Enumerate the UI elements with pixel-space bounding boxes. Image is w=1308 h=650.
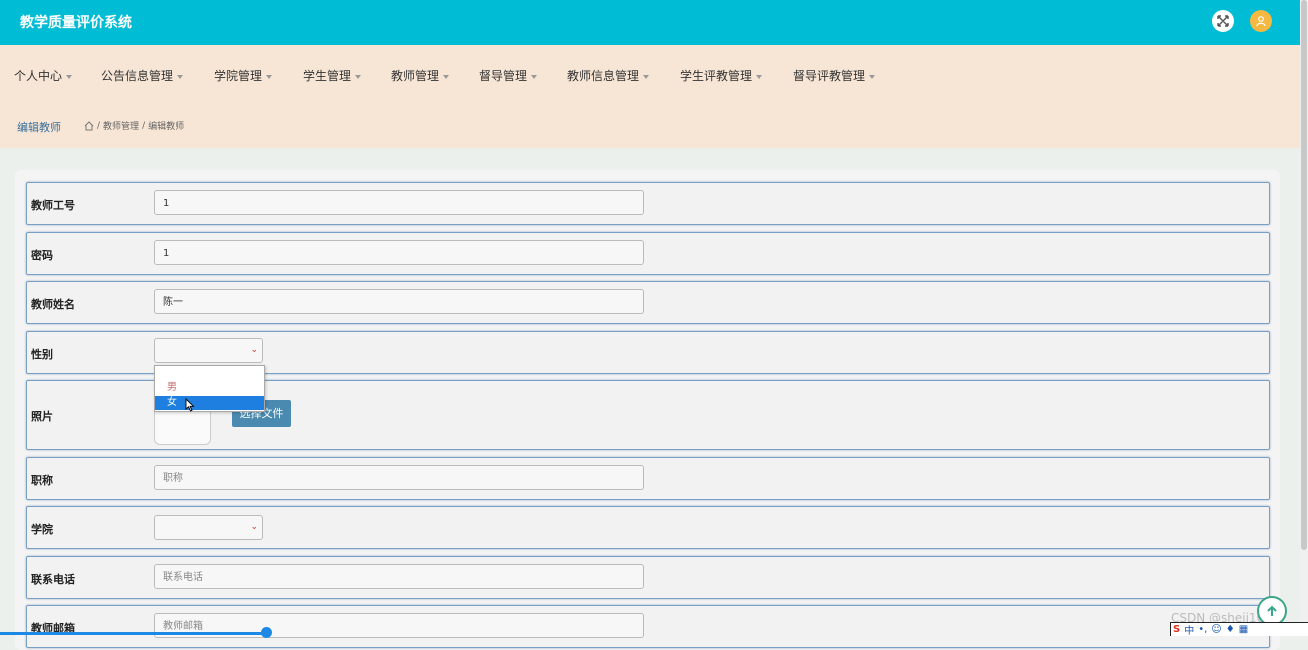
form-row-email: 教师邮箱 教师邮箱 — [26, 605, 1270, 648]
form-row-title: 职称 职称 — [26, 457, 1270, 500]
mouse-cursor-icon — [185, 398, 195, 412]
chevron-down-icon: ⌄ — [250, 345, 258, 355]
caret-down-icon — [266, 74, 273, 79]
phone-input[interactable]: 联系电话 — [154, 564, 644, 589]
teacher-name-label: 教师姓名 — [31, 298, 75, 311]
title-label: 职称 — [31, 474, 53, 487]
scrollbar-thumb[interactable] — [1301, 0, 1307, 550]
gender-dropdown-list: 男 女 — [154, 365, 265, 412]
breadcrumb-current: 编辑教师 — [148, 122, 185, 132]
gender-select[interactable]: ⌄ — [154, 338, 263, 363]
phone-label: 联系电话 — [31, 573, 75, 586]
ime-mode-label[interactable]: 中 — [1184, 622, 1194, 637]
caret-down-icon — [355, 74, 362, 79]
password-label: 密码 — [31, 249, 53, 262]
nav-item-teacher-info-management[interactable]: 教师信息管理 — [567, 67, 650, 84]
expand-arrows-icon — [1217, 15, 1229, 27]
form-row-phone: 联系电话 联系电话 — [26, 556, 1270, 599]
gender-option-female[interactable]: 女 — [155, 396, 264, 410]
teacher-id-label: 教师工号 — [31, 199, 75, 212]
keyboard-icon[interactable]: ▦ — [1239, 624, 1248, 635]
user-avatar-button[interactable] — [1250, 10, 1272, 32]
college-label: 学院 — [31, 523, 53, 536]
gender-label: 性别 — [31, 348, 53, 361]
nav-item-notice-management[interactable]: 公告信息管理 — [101, 67, 184, 84]
microphone-icon[interactable]: ♦ — [1226, 624, 1235, 635]
password-input[interactable]: 1 — [154, 240, 644, 265]
form-row-teacher-name: 教师姓名 陈一 — [26, 281, 1270, 324]
breadcrumb-bar: 编辑教师 / 教师管理 / 编辑教师 — [0, 104, 1300, 148]
user-icon — [1256, 16, 1266, 27]
nav-item-supervisor-management[interactable]: 督导管理 — [479, 67, 538, 84]
breadcrumb-separator: / — [97, 120, 101, 131]
fullscreen-button[interactable] — [1212, 10, 1234, 32]
punctuation-icon[interactable]: •, — [1198, 624, 1207, 635]
emoji-icon[interactable]: ☺ — [1211, 624, 1221, 635]
caret-down-icon — [643, 74, 650, 79]
page-title: 编辑教师 — [17, 121, 61, 134]
nav-item-student-evaluation-management[interactable]: 学生评教管理 — [680, 67, 763, 84]
nav-item-college-management[interactable]: 学院管理 — [214, 67, 273, 84]
photo-label: 照片 — [31, 410, 53, 423]
college-select[interactable]: ⌄ — [154, 515, 263, 540]
loading-progress-dot — [261, 627, 272, 638]
teacher-id-input[interactable]: 1 — [154, 190, 644, 215]
home-icon[interactable] — [84, 120, 94, 131]
caret-down-icon — [531, 74, 538, 79]
form-row-college: 学院 ⌄ — [26, 506, 1270, 549]
arrow-up-icon — [1267, 605, 1277, 616]
caret-down-icon — [756, 74, 763, 79]
gender-option-male[interactable]: 男 — [155, 381, 264, 395]
top-header: 教学质量评价系统 — [0, 0, 1300, 45]
nav-item-supervisor-evaluation-management[interactable]: 督导评教管理 — [793, 67, 876, 84]
caret-down-icon — [869, 74, 876, 79]
system-tray: S 中 •, ☺ ♦ ▦ — [1170, 622, 1308, 637]
loading-progress-line — [0, 632, 266, 635]
teacher-name-input[interactable]: 陈一 — [154, 289, 644, 314]
sogou-ime-icon[interactable]: S — [1173, 624, 1180, 635]
caret-down-icon — [443, 74, 450, 79]
title-input[interactable]: 职称 — [154, 465, 644, 490]
form-row-password: 密码 1 — [26, 232, 1270, 275]
nav-item-teacher-management[interactable]: 教师管理 — [391, 67, 450, 84]
caret-down-icon — [66, 74, 73, 79]
nav-item-personal-center[interactable]: 个人中心 — [14, 67, 73, 84]
form-row-teacher-id: 教师工号 1 — [26, 182, 1270, 225]
app-title: 教学质量评价系统 — [20, 15, 132, 31]
main-nav: 个人中心 公告信息管理 学院管理 学生管理 教师管理 督导管理 教师信息管理 学… — [0, 45, 1300, 104]
breadcrumb-separator: / — [142, 120, 146, 131]
nav-item-student-management[interactable]: 学生管理 — [303, 67, 362, 84]
chevron-down-icon: ⌄ — [250, 522, 258, 532]
caret-down-icon — [177, 74, 184, 79]
breadcrumb: / 教师管理 / 编辑教师 — [84, 119, 184, 132]
breadcrumb-link-teacher-management[interactable]: 教师管理 — [103, 119, 139, 132]
